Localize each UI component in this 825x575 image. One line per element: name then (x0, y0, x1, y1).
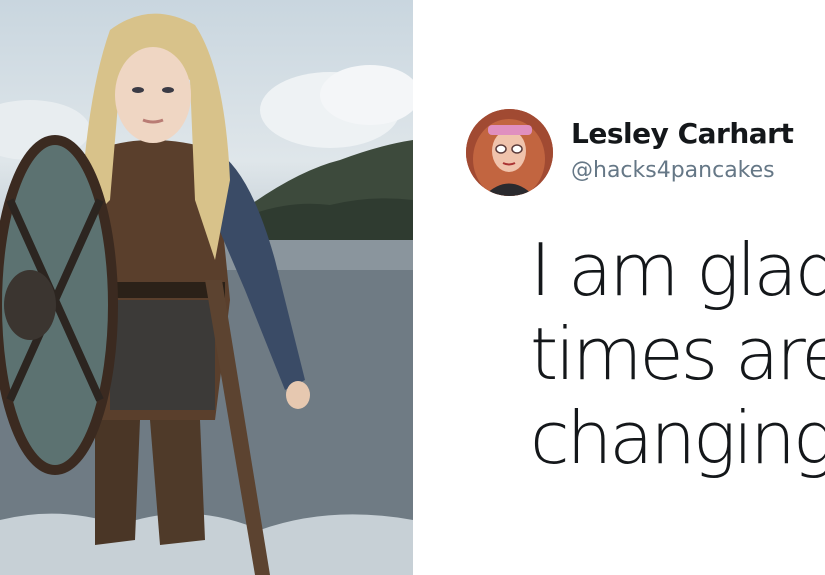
face (115, 47, 191, 143)
tweet-card: Lesley Carhart @hacks4pancakes I am glad… (413, 0, 825, 575)
avatar[interactable] (466, 109, 553, 196)
eye (132, 87, 144, 93)
avatar-photo (466, 109, 553, 196)
hand (286, 381, 310, 409)
warrior-photo-illustration (0, 13, 413, 575)
tweet-text-line: times are (530, 312, 825, 396)
shield-boss (4, 270, 56, 340)
splash (0, 513, 413, 575)
chainmail-skirt (110, 300, 215, 410)
warrior-photo (0, 0, 413, 575)
tweet-text-line: changing (530, 396, 825, 480)
user-handle[interactable]: @hacks4pancakes (571, 158, 775, 183)
tweet-text-line: I am glad (530, 228, 825, 312)
tweet-text: I am glad times are changing (530, 228, 825, 480)
display-name[interactable]: Lesley Carhart (571, 117, 794, 150)
leg (95, 420, 140, 545)
eye (162, 87, 174, 93)
